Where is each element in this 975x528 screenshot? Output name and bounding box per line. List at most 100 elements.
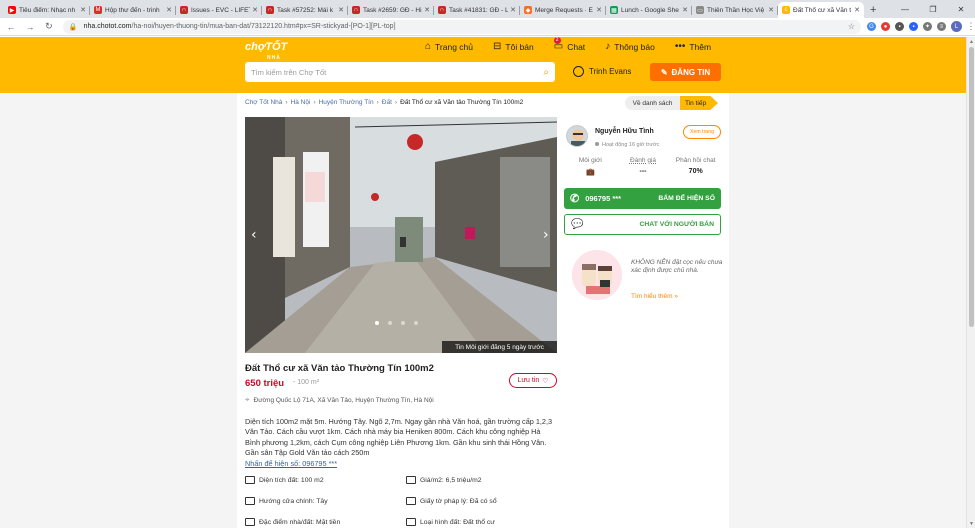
extension-icon[interactable]: ▪ (909, 22, 919, 31)
chat-bubble-icon: 💬 (571, 219, 584, 230)
house-icon (245, 518, 255, 526)
translate-extension-icon[interactable]: G (867, 22, 877, 31)
url-host: nha.chotot.com (83, 23, 132, 30)
heart-icon: ♡ (542, 377, 549, 385)
nav-item-2[interactable]: ▭ 2 Chat (553, 37, 585, 52)
nav-item-1[interactable]: ⊟ Tôi bán (493, 41, 534, 52)
close-tab-icon[interactable]: ✕ (166, 6, 172, 14)
close-tab-icon[interactable]: ✕ (682, 6, 688, 14)
tab-title: Hộp thư đến - trinh (105, 6, 160, 14)
page-scrollbar[interactable]: ▲ ▼ (966, 37, 975, 528)
seller-status-text: Hoạt động 16 giờ trước (602, 142, 660, 148)
stat-label: Môi giới (578, 157, 602, 164)
tab-title: Lunch - Google She (621, 6, 679, 14)
call-action: BẤM ĐỂ HIỆN SỐ (658, 195, 715, 202)
post-ad-button[interactable]: ✎ ĐĂNG TIN (650, 63, 721, 81)
minimize-icon[interactable]: — (891, 0, 919, 18)
browser-tab[interactable]: ▶ Tiêu điểm: Nhạc nh ✕ (4, 2, 90, 18)
nav-label: Thông báo (614, 41, 655, 52)
puzzle-extensions-icon[interactable]: ✦ (923, 22, 933, 31)
address-bar[interactable]: 🔒 nha.chotot.com /ha-noi/huyen-thuong-ti… (62, 19, 862, 34)
breadcrumb-item[interactable]: Huyện Thường Tín (319, 99, 374, 106)
browser-tabstrip: ▶ Tiêu điểm: Nhạc nh ✕ M Hộp thư đến - trinh… (0, 0, 975, 18)
close-tab-icon[interactable]: ✕ (510, 6, 516, 14)
maximize-icon[interactable]: ❐ (919, 0, 947, 18)
extension-icon[interactable]: ▪ (895, 22, 905, 31)
browser-tab[interactable]: ∩ Task #41831: GĐ - L ✕ (434, 2, 520, 18)
close-tab-icon[interactable]: ✕ (338, 6, 344, 14)
scroll-down-icon[interactable]: ▼ (967, 519, 975, 528)
adblock-extension-icon[interactable]: ● (881, 22, 891, 31)
tab-title: Task #41831: GĐ - L (449, 6, 509, 14)
seller-name[interactable]: Nguyễn Hữu Tình (595, 128, 654, 135)
youtube-icon: ▶ (8, 6, 16, 14)
breadcrumb-item[interactable]: Đất (382, 99, 392, 106)
reveal-phone-link[interactable]: Nhấn để hiện số: 096795 *** (245, 459, 337, 468)
scroll-up-icon[interactable]: ▲ (967, 37, 975, 46)
post-ad-label: ĐĂNG TIN (671, 67, 711, 77)
browser-tab[interactable]: ∩ Task #57252: Mái k ✕ (262, 2, 348, 18)
next-listing-button[interactable]: Tin tiếp (680, 96, 718, 110)
photo-dot[interactable] (401, 321, 405, 325)
scrollbar-thumb[interactable] (969, 47, 974, 327)
search-input[interactable]: Tìm kiếm trên Chợ Tốt ⌕ (245, 62, 555, 82)
browser-tab[interactable]: c Đất Thổ cư xã Văn t ✕ (778, 2, 864, 18)
user-menu[interactable]: Trinh Evans (573, 66, 631, 77)
tab-title: Issues - EVC - LIFET (191, 6, 251, 14)
chat-with-seller-button[interactable]: 💬 CHAT VỚI NGƯỜI BÁN (564, 214, 721, 235)
chotot-logo[interactable]: chợTỐT NHÀ (245, 42, 295, 62)
browser-tab[interactable]: ▦ Lunch - Google She ✕ (606, 2, 692, 18)
browser-menu-icon[interactable]: ⋮ (967, 21, 975, 31)
breadcrumb-item[interactable]: Chợ Tốt Nhà (245, 99, 282, 106)
nav-label: Tôi bán (505, 41, 534, 52)
new-tab-button[interactable]: + (870, 2, 876, 18)
status-dot-icon (595, 142, 599, 146)
photo-dot[interactable] (375, 321, 379, 325)
breadcrumb-separator-icon: › (313, 99, 316, 106)
nav-item-3[interactable]: ♪ Thông báo (605, 41, 655, 52)
close-tab-icon[interactable]: ✕ (424, 6, 430, 14)
view-seller-page-button[interactable]: Xem trang (683, 125, 721, 139)
safety-tip: KHÔNG NÊN đặt cọc nếu chưa xác định được… (572, 250, 722, 302)
forward-arrow-icon[interactable]: → (22, 19, 38, 35)
learn-more-link[interactable]: Tìm hiểu thêm » (631, 293, 678, 300)
close-tab-icon[interactable]: ✕ (596, 6, 602, 14)
profile-avatar-icon[interactable]: L (951, 21, 963, 32)
attribute-label: Loại hình đất: Đất thổ cư (420, 518, 495, 526)
listing-photo[interactable]: ‹ › Tin Môi giới đăng 5 ngày trước (245, 117, 557, 353)
photo-caption: Tin Môi giới đăng 5 ngày trước (442, 341, 557, 353)
close-window-icon[interactable]: ✕ (947, 0, 975, 18)
bookmark-star-icon[interactable]: ☆ (848, 22, 855, 31)
browser-toolbar: ← → ↻ 🔒 nha.chotot.com /ha-noi/huyen-thu… (0, 18, 975, 36)
browser-tab[interactable]: ◆ Merge Requests · E ✕ (520, 2, 606, 18)
browser-tab[interactable]: ∩ Issues - EVC - LIFET ✕ (176, 2, 262, 18)
seller-avatar[interactable] (566, 125, 588, 147)
search-icon[interactable]: ⌕ (543, 67, 549, 78)
nav-item-4[interactable]: ••• Thêm (675, 41, 711, 52)
gmail-icon: M (94, 6, 102, 14)
listing-address: ⌖ Đường Quốc Lộ 71A, Xã Văn Tảo, Huyện T… (245, 395, 434, 405)
media-control-icon[interactable]: ≡ (937, 22, 947, 31)
breadcrumb: Chợ Tốt Nhà › Hà Nội › Huyện Thường Tín › Đất ›… (245, 99, 526, 106)
nav-item-0[interactable]: ⌂ Trang chủ (425, 41, 473, 52)
site-header: chợTỐT NHÀ ⌂ Trang chủ ⊟ Tôi bán ▭ 2 Chat ♪ Thôn… (0, 37, 966, 93)
breadcrumb-item[interactable]: Hà Nội (291, 99, 311, 106)
browser-tab[interactable]: ∩ Task #2659: GĐ - Hi ✕ (348, 2, 434, 18)
svg-text:‹: ‹ (251, 227, 257, 243)
browser-tab[interactable]: ▭ Thiên Thần Học Việ ✕ (692, 2, 778, 18)
close-tab-icon[interactable]: ✕ (854, 6, 860, 14)
call-button[interactable]: ✆ 096795 *** BẤM ĐỂ HIỆN SỐ (564, 188, 721, 209)
back-arrow-icon[interactable]: ← (3, 19, 19, 35)
reload-icon[interactable]: ↻ (41, 19, 57, 35)
close-tab-icon[interactable]: ✕ (768, 6, 774, 14)
lock-icon[interactable]: 🔒 (69, 23, 78, 31)
photo-dot[interactable] (414, 321, 418, 325)
save-listing-button[interactable]: Lưu tin ♡ (509, 373, 557, 388)
close-tab-icon[interactable]: ✕ (80, 6, 86, 14)
stat-label: Đánh giá (629, 157, 657, 164)
attribute-label: Diện tích đất: 100 m2 (259, 476, 324, 484)
browser-tab[interactable]: M Hộp thư đến - trinh ✕ (90, 2, 176, 18)
photo-dot[interactable] (388, 321, 392, 325)
close-tab-icon[interactable]: ✕ (252, 6, 258, 14)
back-to-list-button[interactable]: Về danh sách (625, 96, 680, 110)
